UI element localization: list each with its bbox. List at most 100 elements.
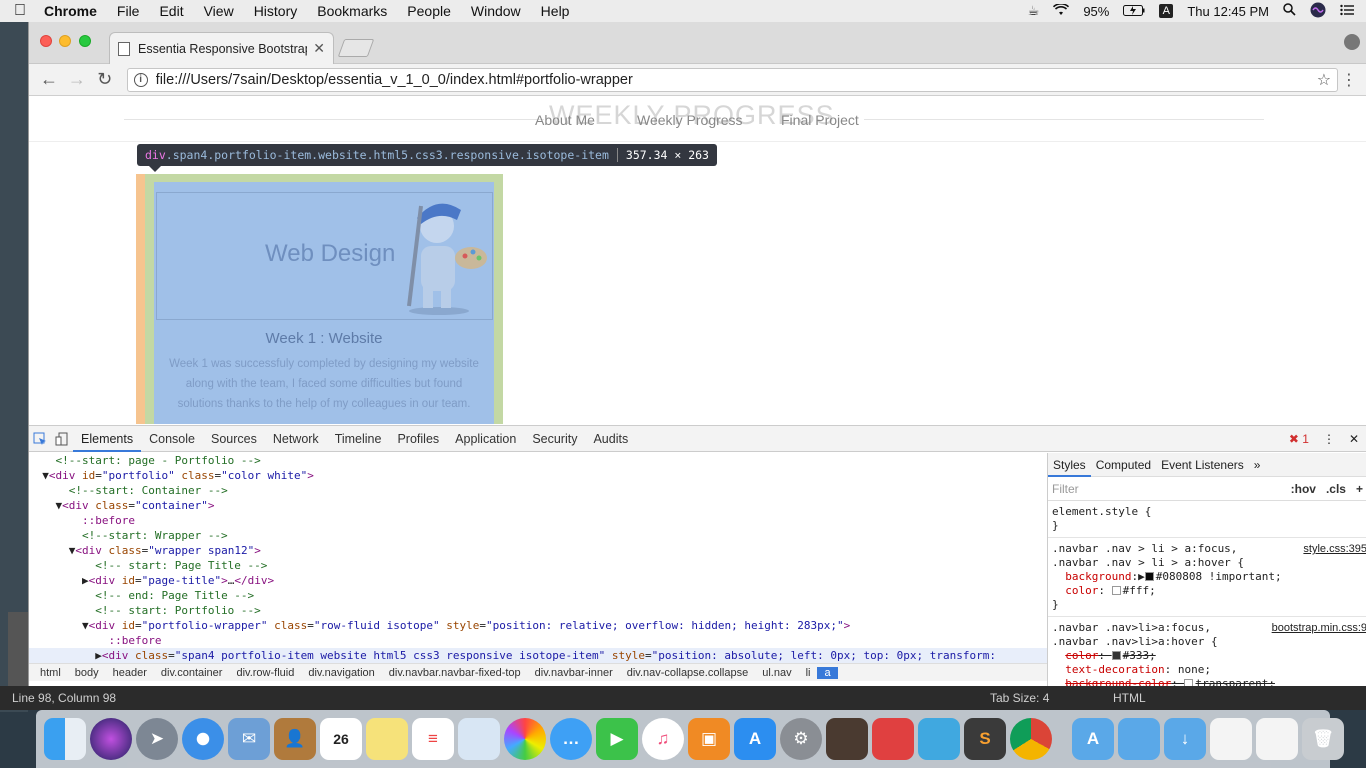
photos-icon[interactable]	[504, 718, 546, 760]
reminders-icon[interactable]: ≡	[412, 718, 454, 760]
browser-tab[interactable]: Essentia Responsive Bootstrap ✕	[109, 32, 334, 64]
menu-window[interactable]: Window	[461, 3, 531, 19]
new-tab-button[interactable]	[337, 39, 375, 57]
url-input[interactable]	[155, 71, 1317, 88]
facetime-icon[interactable]: ▶	[596, 718, 638, 760]
calendar-icon[interactable]: 26	[320, 718, 362, 760]
file-stack-icon[interactable]	[1210, 718, 1252, 760]
tab-elements[interactable]: Elements	[73, 426, 142, 452]
downloads-folder-icon[interactable]: ↓	[1164, 718, 1206, 760]
breadcrumb-item[interactable]: html	[33, 667, 68, 679]
dom-line[interactable]: ▼<div id="portfolio-wrapper" class="row-…	[29, 618, 1047, 633]
menu-bookmarks[interactable]: Bookmarks	[307, 3, 397, 19]
menu-file[interactable]: File	[107, 3, 150, 19]
battery-icon[interactable]	[1123, 4, 1145, 19]
tab-network[interactable]: Network	[265, 426, 327, 452]
nav-link-weekly-progress[interactable]: Weekly Progress	[637, 112, 743, 128]
device-toolbar-icon[interactable]	[51, 426, 73, 452]
inspect-element-icon[interactable]	[29, 426, 51, 452]
breadcrumb-item[interactable]: body	[68, 667, 106, 679]
devtools-close-icon[interactable]: ✕	[1349, 432, 1359, 446]
css-rule-element-style[interactable]: element.style { }	[1048, 501, 1366, 538]
input-source-icon[interactable]: A	[1159, 4, 1174, 18]
clock[interactable]: Thu 12:45 PM	[1187, 4, 1269, 19]
tab-application[interactable]: Application	[447, 426, 524, 452]
reload-icon[interactable]: ↻	[91, 69, 119, 90]
nav-link-about-me[interactable]: About Me	[535, 112, 595, 128]
window-fullscreen-button[interactable]	[79, 35, 91, 47]
profile-avatar-icon[interactable]	[1344, 34, 1360, 50]
breadcrumb-item[interactable]: header	[106, 667, 154, 679]
tab-close-icon[interactable]: ✕	[313, 40, 325, 57]
menu-help[interactable]: Help	[531, 3, 580, 19]
battery-percent[interactable]: 95%	[1083, 4, 1109, 19]
breadcrumb-item[interactable]: div.nav-collapse.collapse	[620, 667, 755, 679]
address-bar[interactable]: i ☆	[126, 67, 1339, 92]
mail-icon[interactable]: ✉	[228, 718, 270, 760]
launchpad-rocket-icon[interactable]: ➤	[136, 718, 178, 760]
menu-view[interactable]: View	[194, 3, 244, 19]
siri-dock-icon[interactable]	[90, 718, 132, 760]
tab-event-listeners[interactable]: Event Listeners	[1156, 458, 1249, 472]
dom-line[interactable]: ▶<div id="page-title">…</div>	[29, 573, 1047, 588]
siri-icon[interactable]	[1310, 2, 1326, 21]
devtools-menu-icon[interactable]: ⋮	[1323, 432, 1335, 446]
itunes-music-icon[interactable]: ♫	[642, 718, 684, 760]
tab-console[interactable]: Console	[141, 426, 203, 452]
app-store-icon[interactable]: A	[734, 718, 776, 760]
breadcrumb-item[interactable]: div.navbar.navbar-fixed-top	[382, 667, 528, 679]
dom-line[interactable]: ▼<div id="portfolio" class="color white"…	[29, 468, 1047, 483]
dom-line[interactable]: <!-- start: Page Title -->	[29, 558, 1047, 573]
dom-line[interactable]: <!-- end: Page Title -->	[29, 588, 1047, 603]
tab-timeline[interactable]: Timeline	[327, 426, 390, 452]
tab-computed[interactable]: Computed	[1091, 458, 1156, 472]
finder-icon[interactable]	[44, 718, 86, 760]
add-rule-icon[interactable]: +	[1356, 482, 1363, 496]
sublime-text-icon[interactable]: S	[964, 718, 1006, 760]
breadcrumb-item[interactable]: div.container	[154, 667, 230, 679]
menu-app-name[interactable]: Chrome	[40, 3, 107, 19]
rule-source-link[interactable]: bootstrap.min.css:9	[1272, 621, 1366, 635]
screenshots-stack-icon[interactable]	[1256, 718, 1298, 760]
dom-line[interactable]: <!--start: page - Portfolio -->	[29, 453, 1047, 468]
back-arrow-icon[interactable]: ←	[35, 69, 63, 90]
chrome-menu-icon[interactable]: ⋮	[1338, 70, 1360, 90]
notes-icon[interactable]	[366, 718, 408, 760]
menu-history[interactable]: History	[244, 3, 308, 19]
window-close-button[interactable]	[40, 35, 52, 47]
breadcrumb-item[interactable]: div.row-fluid	[229, 667, 301, 679]
remote-desktop-icon[interactable]	[918, 718, 960, 760]
wifi-icon[interactable]	[1053, 2, 1070, 19]
dom-line[interactable]: <!--start: Container -->	[29, 483, 1047, 498]
applications-folder-icon[interactable]: A	[1072, 718, 1114, 760]
ibooks-icon[interactable]: ▣	[688, 718, 730, 760]
chrome-icon[interactable]	[1010, 718, 1052, 760]
rule-source-link[interactable]: style.css:395	[1303, 542, 1366, 556]
dom-line-selected[interactable]: ▶<div class="span4 portfolio-item websit…	[29, 648, 1047, 663]
class-toggle[interactable]: .cls	[1326, 482, 1346, 496]
tab-size-setting[interactable]: Tab Size: 4	[990, 691, 1049, 705]
css-rule-navbar-hover[interactable]: style.css:395 .navbar .nav > li > a:focus…	[1048, 538, 1366, 617]
system-preferences-gear-icon[interactable]: ⚙	[780, 718, 822, 760]
messages-icon[interactable]: …	[550, 718, 592, 760]
nav-link-final-project[interactable]: Final Project	[781, 112, 859, 128]
tab-sources[interactable]: Sources	[203, 426, 265, 452]
trash-icon[interactable]: 🗑	[1302, 718, 1344, 760]
breadcrumb-item[interactable]: li	[799, 667, 818, 679]
dom-line[interactable]: ::before	[29, 513, 1047, 528]
menu-people[interactable]: People	[397, 3, 461, 19]
tab-audits[interactable]: Audits	[585, 426, 636, 452]
dom-line[interactable]: ::before	[29, 633, 1047, 648]
documents-folder-icon[interactable]	[1118, 718, 1160, 760]
dom-line[interactable]: ▼<div class="container">	[29, 498, 1047, 513]
more-tabs-icon[interactable]: »	[1249, 458, 1266, 472]
dom-line[interactable]: <!--start: Wrapper -->	[29, 528, 1047, 543]
coffee-cup-icon[interactable]: ☕	[1028, 3, 1040, 19]
tab-profiles[interactable]: Profiles	[389, 426, 447, 452]
error-count-badge[interactable]: ✖ 1	[1289, 432, 1309, 446]
breadcrumb-item[interactable]: div.navigation	[301, 667, 381, 679]
css-rule-bootstrap-hover[interactable]: bootstrap.min.css:9 .navbar .nav>li>a:foc…	[1048, 617, 1366, 687]
dom-tree[interactable]: <!--start: page - Portfolio --> ▼<div id…	[29, 453, 1047, 663]
styles-filter-input[interactable]: Filter	[1052, 482, 1079, 496]
safari-compass-icon[interactable]	[182, 718, 224, 760]
